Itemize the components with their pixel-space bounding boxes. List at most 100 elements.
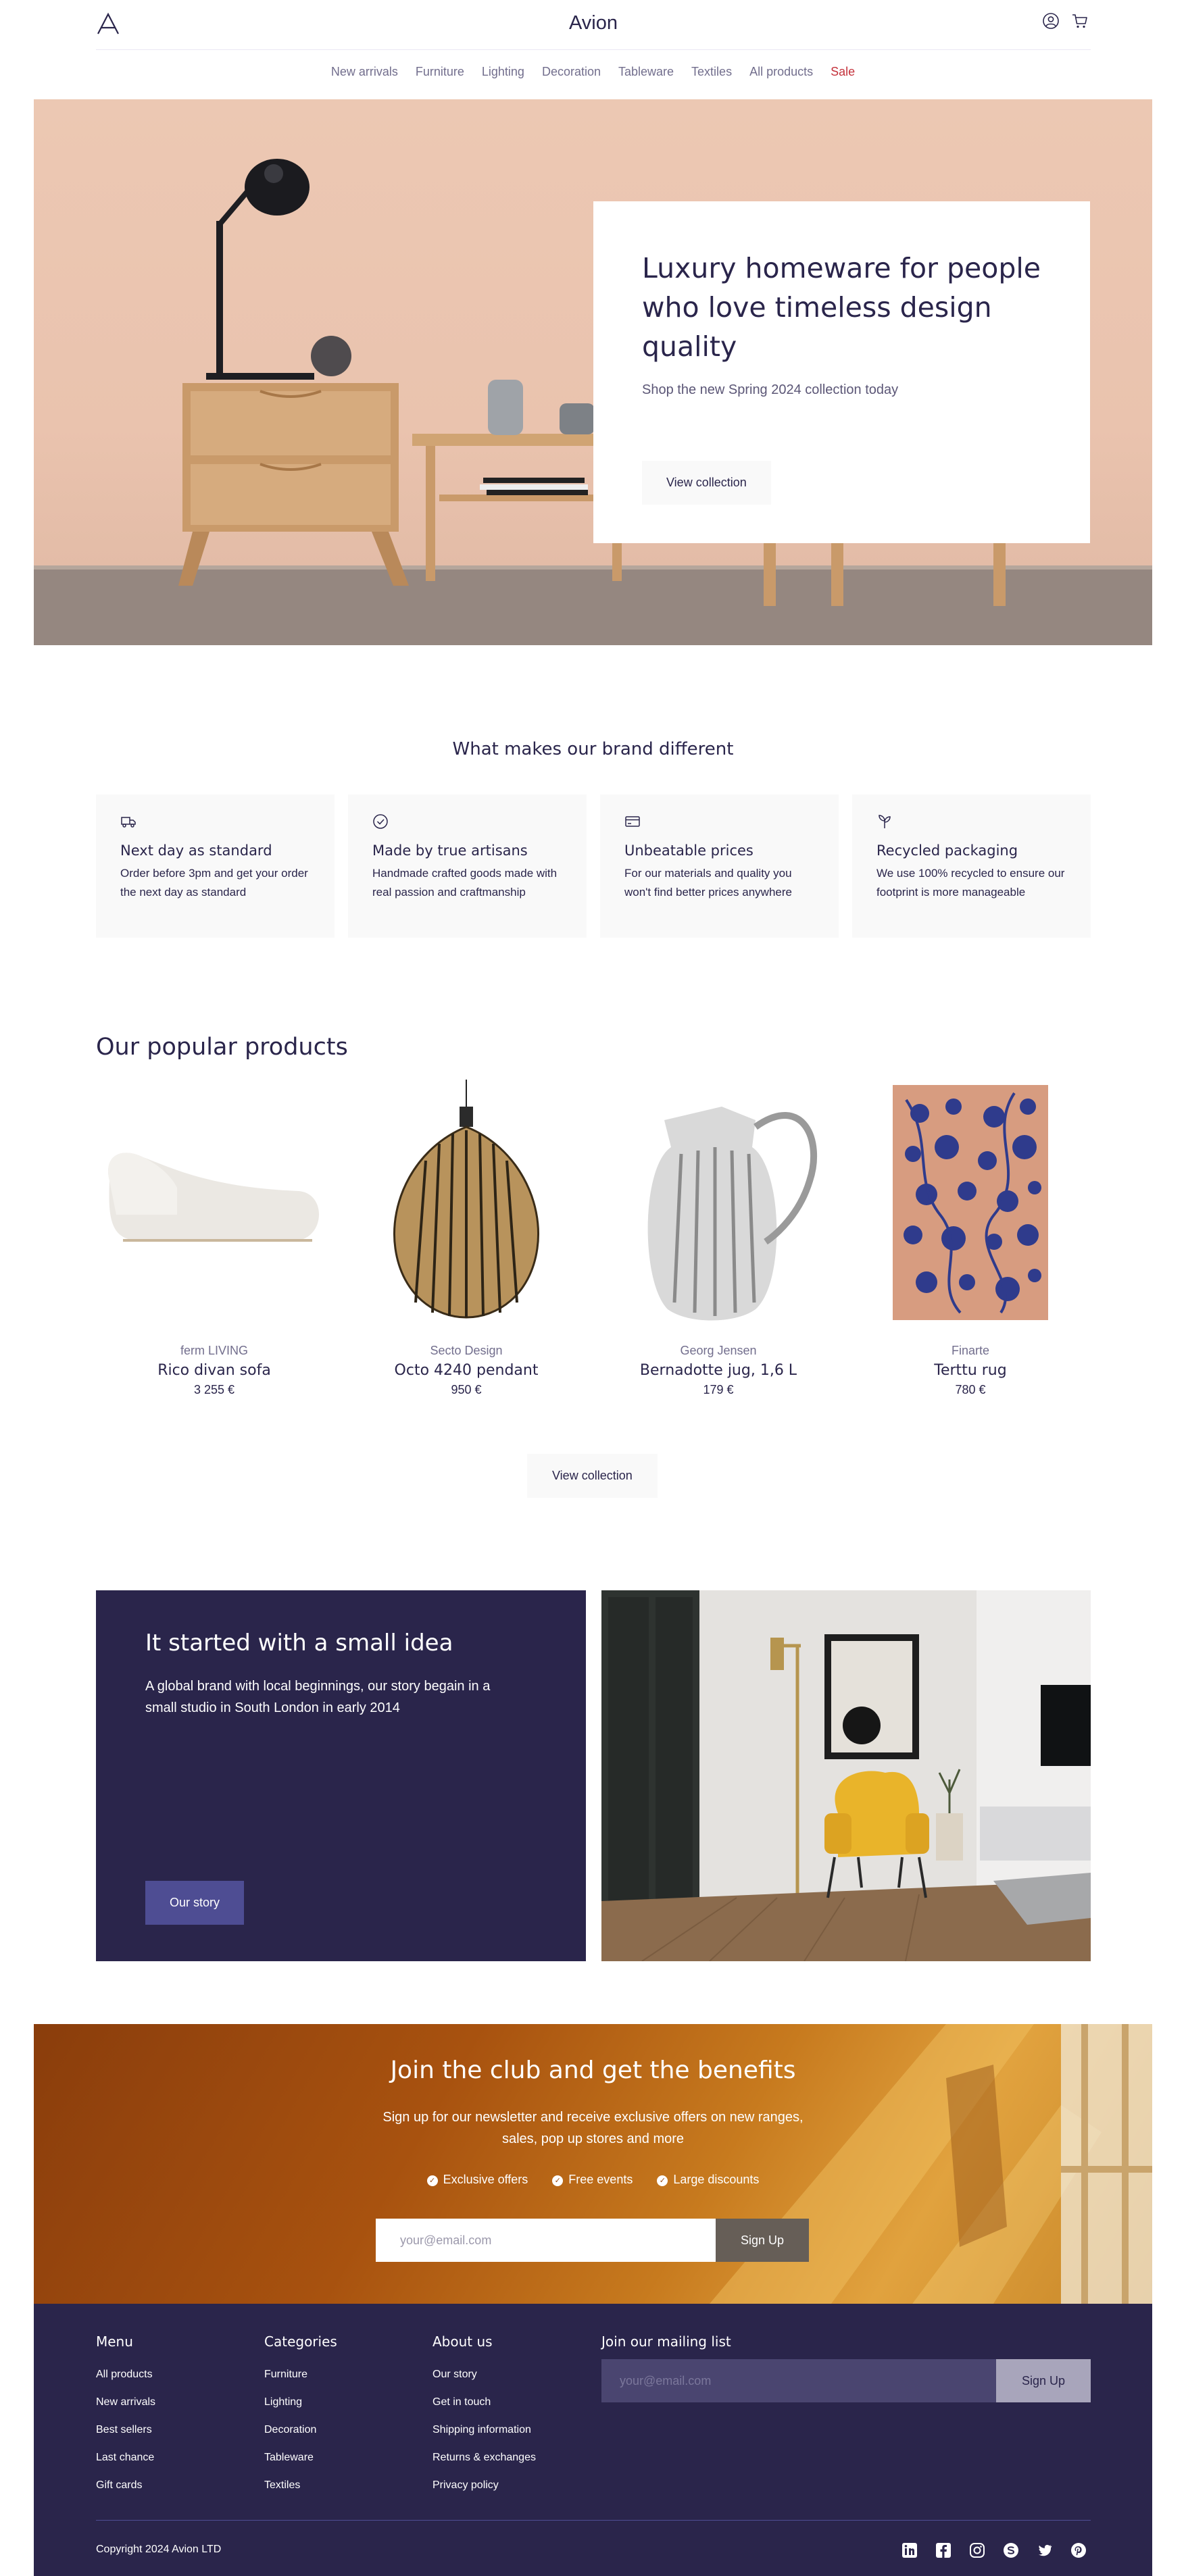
hero-banner: Luxury homeware for people who love time…	[34, 99, 1152, 645]
story-text: A global brand with local beginnings, ou…	[145, 1679, 491, 1715]
footer-link[interactable]: Privacy policy	[433, 2471, 536, 2499]
nav-item-textiles[interactable]: Textiles	[691, 65, 732, 79]
footer-column-title: Categories	[264, 2333, 337, 2350]
footer-about-column: About us Our story Get in touch Shipping…	[433, 2333, 536, 2499]
footer-link[interactable]: Furniture	[264, 2360, 337, 2388]
product-maker: ferm LIVING	[180, 1344, 249, 1357]
footer-column-title: Join our mailing list	[601, 2333, 731, 2350]
features-title: What makes our brand different	[452, 739, 734, 759]
product-maker: Finarte	[951, 1344, 990, 1357]
nav-item-furniture[interactable]: Furniture	[416, 65, 464, 79]
footer-link[interactable]: Tableware	[264, 2444, 337, 2471]
story-image	[601, 1590, 1091, 1961]
product-card[interactable]: Finarte Terttu rug 780 €	[852, 1080, 1089, 1397]
footer-link[interactable]: Lighting	[264, 2388, 337, 2416]
main-nav: New arrivals Furniture Lighting Decoration T…	[0, 65, 1186, 79]
nav-item-tableware[interactable]: Tableware	[618, 65, 674, 79]
benefit-label: Large discounts	[673, 2173, 760, 2186]
newsletter-section: Join the club and get the benefits Sign …	[34, 2024, 1152, 2304]
product-card[interactable]: Georg Jensen Bernadotte jug, 1,6 L 179 €	[600, 1080, 837, 1397]
our-story-button[interactable]: Our story	[145, 1881, 245, 1925]
nav-item-decoration[interactable]: Decoration	[542, 65, 601, 79]
footer-link[interactable]: Textiles	[264, 2471, 337, 2499]
benefit-label: Free events	[568, 2173, 633, 2186]
footer-link[interactable]: New arrivals	[96, 2388, 155, 2416]
product-name[interactable]: Terttu rug	[852, 1362, 1089, 1379]
footer-link[interactable]: Get in touch	[433, 2388, 536, 2416]
benefit-item: ✓ Large discounts	[657, 2173, 759, 2187]
nav-item-lighting[interactable]: Lighting	[482, 65, 524, 79]
product-price: 3 255 €	[193, 1383, 235, 1396]
instagram-icon[interactable]	[968, 2542, 986, 2559]
brand-name[interactable]: Avion	[96, 12, 1091, 34]
footer-link[interactable]: Best sellers	[96, 2416, 155, 2444]
feature-title: Made by true artisans	[372, 842, 528, 859]
newsletter-email-input[interactable]: your@email.com	[376, 2219, 716, 2262]
feature-text: Handmade crafted goods made with real pa…	[372, 867, 558, 899]
hero-card: Luxury homeware for people who love time…	[593, 201, 1090, 543]
footer-menu-column: Menu All products New arrivals Best sell…	[96, 2333, 155, 2499]
product-name[interactable]: Rico divan sofa	[96, 1362, 332, 1379]
products-title: Our popular products	[96, 1034, 348, 1061]
nav-item-all-products[interactable]: All products	[749, 65, 813, 79]
footer-divider	[96, 2520, 1091, 2521]
pinterest-icon[interactable]	[1070, 2542, 1087, 2559]
product-maker: Georg Jensen	[680, 1344, 757, 1357]
site-footer: Menu All products New arrivals Best sell…	[34, 2304, 1152, 2576]
delivery-truck-icon	[121, 817, 136, 828]
sprout-icon	[879, 815, 891, 828]
feature-card: Next day as standard Order before 3pm an…	[96, 794, 335, 938]
copyright-text: Copyright 2024 Avion LTD	[96, 2544, 222, 2555]
footer-link[interactable]: Gift cards	[96, 2471, 155, 2499]
checkmark-circle-icon	[373, 814, 388, 829]
footer-column-title: About us	[433, 2333, 493, 2350]
footer-link[interactable]: All products	[96, 2360, 155, 2388]
skype-icon[interactable]	[1002, 2542, 1020, 2559]
newsletter-subtitle-text: Sign up for our newsletter and receive e…	[382, 2110, 804, 2146]
feature-title: Unbeatable prices	[624, 842, 753, 859]
view-collection-button[interactable]: View collection	[642, 461, 771, 505]
newsletter-signup-button[interactable]: Sign Up	[716, 2219, 809, 2262]
footer-link[interactable]: Shipping information	[433, 2416, 536, 2444]
footer-mailing-column: Join our mailing list	[601, 2333, 731, 2360]
footer-link[interactable]: Returns & exchanges	[433, 2444, 536, 2471]
footer-categories-column: Categories Furniture Lighting Decoration…	[264, 2333, 337, 2499]
product-name[interactable]: Octo 4240 pendant	[348, 1362, 585, 1379]
footer-signup-button[interactable]: Sign Up	[996, 2359, 1091, 2402]
feature-title: Next day as standard	[120, 842, 272, 859]
credit-card-icon	[625, 816, 640, 827]
shopping-cart-icon[interactable]	[1071, 12, 1089, 30]
nav-item-sale[interactable]: Sale	[831, 65, 855, 79]
user-circle-icon[interactable]	[1042, 12, 1060, 30]
benefit-item: ✓ Exclusive offers	[426, 2173, 528, 2187]
nav-item-new-arrivals[interactable]: New arrivals	[331, 65, 398, 79]
footer-column-title: Menu	[96, 2333, 133, 2350]
view-collection-button[interactable]: View collection	[527, 1454, 658, 1498]
linkedin-icon[interactable]	[901, 2542, 918, 2559]
newsletter-title: Join the club and get the benefits	[390, 2056, 796, 2084]
feature-text: Order before 3pm and get your order the …	[120, 867, 308, 899]
product-price: 780 €	[955, 1383, 986, 1396]
feature-card: Recycled packaging We use 100% recycled …	[852, 794, 1091, 938]
check-icon: ✓	[552, 2175, 564, 2186]
product-card[interactable]: Secto Design Octo 4240 pendant 950 €	[348, 1080, 585, 1397]
benefit-item: ✓ Free events	[552, 2173, 633, 2187]
check-icon: ✓	[426, 2175, 438, 2186]
product-card[interactable]: ferm LIVING Rico divan sofa 3 255 €	[96, 1080, 332, 1397]
benefit-label: Exclusive offers	[443, 2173, 528, 2186]
product-image-rug	[893, 1085, 1048, 1320]
benefits-list: ✓ Exclusive offers ✓ Free events ✓ Large disc…	[34, 2173, 1152, 2187]
newsletter-subtitle: Sign up for our newsletter and receive e…	[34, 2106, 1152, 2150]
footer-link[interactable]: Our story	[433, 2360, 536, 2388]
footer-email-input[interactable]: your@email.com	[601, 2359, 996, 2402]
footer-link[interactable]: Decoration	[264, 2416, 337, 2444]
feature-card: Unbeatable prices For our materials and …	[600, 794, 839, 938]
footer-link[interactable]: Last chance	[96, 2444, 155, 2471]
product-name[interactable]: Bernadotte jug, 1,6 L	[600, 1362, 837, 1379]
twitter-icon[interactable]	[1036, 2542, 1054, 2559]
facebook-icon[interactable]	[935, 2542, 952, 2559]
story-section: It started with a small idea A global br…	[96, 1590, 586, 1961]
feature-title: Recycled packaging	[876, 842, 1018, 859]
feature-card: Made by true artisans Handmade crafted g…	[348, 794, 587, 938]
feature-text: For our materials and quality you won't …	[624, 867, 792, 899]
